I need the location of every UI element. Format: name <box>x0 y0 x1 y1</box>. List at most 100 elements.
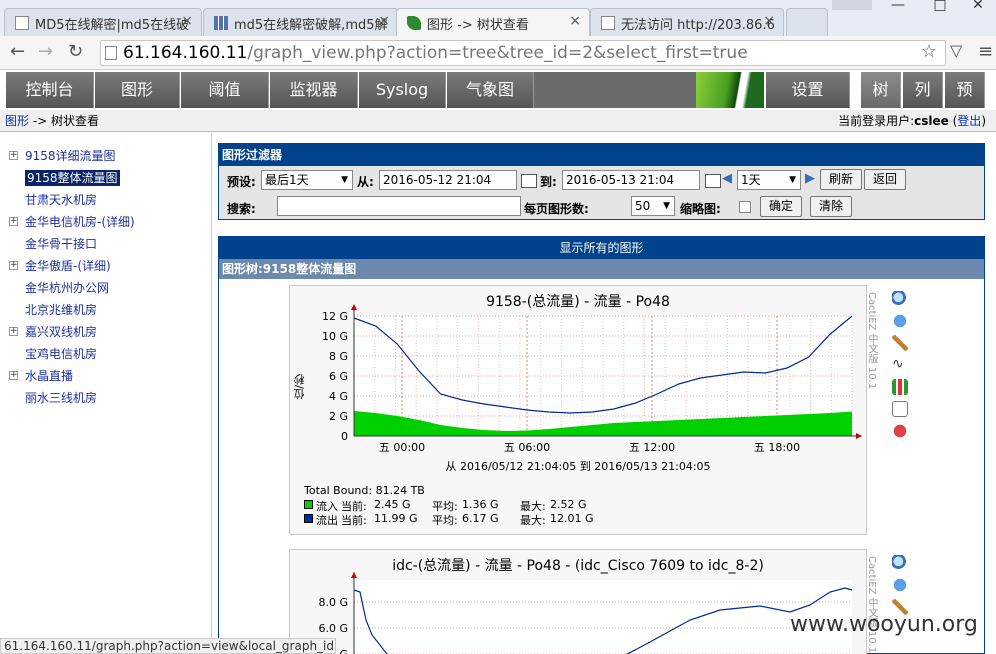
search-input[interactable] <box>277 196 521 216</box>
dropdown-icon: ▼ <box>663 201 670 211</box>
preset-label: 预设: <box>227 175 256 189</box>
menu-settings[interactable]: 设置 <box>766 72 850 108</box>
time-icon[interactable] <box>892 313 908 329</box>
menu-graphs[interactable]: 图形 <box>95 72 180 108</box>
tree-node[interactable]: 宝鸡电信机房 <box>0 343 211 365</box>
expand-icon[interactable]: + <box>9 261 18 270</box>
tree-node[interactable]: + 嘉兴双线机房 <box>0 321 211 343</box>
menu-monitor[interactable]: 监视器 <box>270 72 358 108</box>
watermark-label: CactiEZ 中文版 10.1 <box>866 556 877 654</box>
menu-syslog[interactable]: Syslog <box>359 72 446 108</box>
refresh-button[interactable]: 刷新 <box>820 169 862 190</box>
minimize-icon[interactable]: — <box>878 0 918 14</box>
tree-node[interactable]: +9158详细流量图 <box>0 145 211 167</box>
logout-link[interactable]: 登出 <box>957 114 981 128</box>
menu-list-view[interactable]: 列 <box>903 72 943 108</box>
timespan-select[interactable]: 1天 ▼ <box>737 170 801 190</box>
close-icon[interactable]: × <box>763 13 775 29</box>
expand-icon[interactable]: + <box>9 327 18 336</box>
tree-node[interactable]: 金华杭州办公网 <box>0 277 211 299</box>
close-icon[interactable]: × <box>378 13 390 29</box>
page-info-icon[interactable] <box>105 46 117 60</box>
menu-tree-view[interactable]: 树 <box>861 72 901 108</box>
legend-current: 2.45 G <box>374 498 411 511</box>
browser-tab-3[interactable]: 图形 -> 树状查看 × <box>396 8 590 36</box>
edit-icon[interactable] <box>892 335 908 351</box>
bar-chart-icon[interactable] <box>892 379 908 395</box>
tree-node-label: 金华傲盾-(详细) <box>25 259 111 273</box>
legend-swatch <box>304 500 313 509</box>
status-bar: 61.164.160.11/graph.php?action=view&loca… <box>0 638 336 654</box>
tree-node[interactable]: 甘肃天水机房 <box>0 189 211 211</box>
y-tick-label: 6.0 G <box>318 622 348 635</box>
x-tick-label: 五 00:00 <box>379 441 425 454</box>
browser-tab-1[interactable]: MD5在线解密|md5在线破 × <box>4 8 202 36</box>
menu-thresholds[interactable]: 阈值 <box>181 72 269 108</box>
close-icon[interactable]: × <box>569 13 581 29</box>
per-page-select[interactable]: 50 ▼ <box>631 196 675 216</box>
from-date-input[interactable]: 2016-05-12 21:04 <box>379 170 517 190</box>
traffic-chart-2: 8.0 G6.0 G4.0 G <box>318 572 853 654</box>
browser-tab-2[interactable]: md5在线解密破解,md5解 × <box>203 8 399 36</box>
window-close-icon[interactable]: ✕ <box>958 0 996 14</box>
zoom-icon[interactable] <box>892 291 908 307</box>
to-date-input[interactable]: 2016-05-13 21:04 <box>562 170 700 190</box>
shift-right-icon[interactable]: ▶ <box>805 171 815 186</box>
y-tick-label: 4 G <box>329 390 348 403</box>
alert-icon[interactable] <box>892 423 908 439</box>
expand-icon[interactable]: + <box>9 151 18 160</box>
back-icon[interactable]: ← <box>10 41 25 62</box>
tree-node-label: 金华杭州办公网 <box>25 281 110 295</box>
calendar-icon[interactable] <box>521 174 537 188</box>
reload-icon[interactable]: ↻ <box>68 41 83 62</box>
thumbnail-checkbox[interactable] <box>739 201 751 213</box>
tree-node-label: 嘉兴双线机房 <box>25 325 98 339</box>
menu-spacer <box>534 72 696 108</box>
page-icon <box>15 16 29 30</box>
menu-weathermap[interactable]: 气象图 <box>447 72 534 108</box>
csv-export-icon[interactable] <box>892 401 908 417</box>
breadcrumb-current: -> 树状查看 <box>29 114 100 128</box>
profile-button[interactable] <box>832 0 872 10</box>
apply-button[interactable]: 确定 <box>760 196 802 217</box>
breadcrumb-graphs-link[interactable]: 图形 <box>5 114 29 128</box>
traffic-graph-1[interactable]: 9158-(总流量) - 流量 - Po48 位/秒 CactiEZ 中文版 1… <box>289 285 877 535</box>
close-icon[interactable]: × <box>181 13 193 29</box>
user-name: cslee <box>914 114 949 128</box>
cacti-leaf-icon <box>407 16 421 30</box>
to-label: 到: <box>540 175 557 189</box>
forward-icon[interactable]: → <box>38 41 53 62</box>
tree-node[interactable]: 北京兆维机房 <box>0 299 211 321</box>
calendar-icon[interactable] <box>705 174 721 188</box>
shield-icon[interactable]: ▽ <box>950 41 962 60</box>
traffic-graph-2[interactable]: idc-(总流量) - 流量 - Po48 - (idc_Cisco 7609 … <box>289 549 877 654</box>
browser-tab-4[interactable]: 无法访问 http://203.86.6 × <box>590 8 784 36</box>
legend-avg: 6.17 G <box>462 512 499 525</box>
menu-icon[interactable]: ≡ <box>978 41 993 62</box>
back-button[interactable]: 返回 <box>864 169 906 190</box>
expand-icon[interactable]: + <box>9 217 18 226</box>
breadcrumb: 图形 -> 树状查看 当前登录用户:cslee (登出) <box>0 110 996 132</box>
preset-select[interactable]: 最后1天 ▼ <box>261 170 353 190</box>
expand-icon[interactable]: + <box>9 371 18 380</box>
tree-node[interactable]: 丽水三线机房 <box>0 387 211 409</box>
realtime-icon[interactable]: ∿ <box>892 357 908 373</box>
star-icon[interactable]: ☆ <box>921 41 937 62</box>
tree-node[interactable]: + 金华傲盾-(详细) <box>0 255 211 277</box>
y-axis-arrow <box>351 304 357 310</box>
tree-node[interactable]: + 金华电信机房-(详细) <box>0 211 211 233</box>
time-icon[interactable] <box>892 577 908 593</box>
per-page-label: 每页图形数: <box>524 202 589 216</box>
shift-left-icon[interactable]: ◀ <box>722 171 732 186</box>
menu-console[interactable]: 控制台 <box>6 72 94 108</box>
menu-preview[interactable]: 预 <box>945 72 985 108</box>
tree-node[interactable]: + 水晶直播 <box>0 365 211 387</box>
new-tab-button[interactable] <box>786 8 828 36</box>
tree-node[interactable]: 9158整体流量图 <box>0 167 211 189</box>
zoom-icon[interactable] <box>892 555 908 571</box>
graph-1-actions: ∿ <box>892 291 910 445</box>
tree-node[interactable]: 金华骨干接口 <box>0 233 211 255</box>
clear-button[interactable]: 清除 <box>810 196 852 217</box>
maximize-icon[interactable]: □ <box>920 0 960 14</box>
url-input[interactable]: 61.164.160.11/graph_view.php?action=tree… <box>100 40 946 66</box>
